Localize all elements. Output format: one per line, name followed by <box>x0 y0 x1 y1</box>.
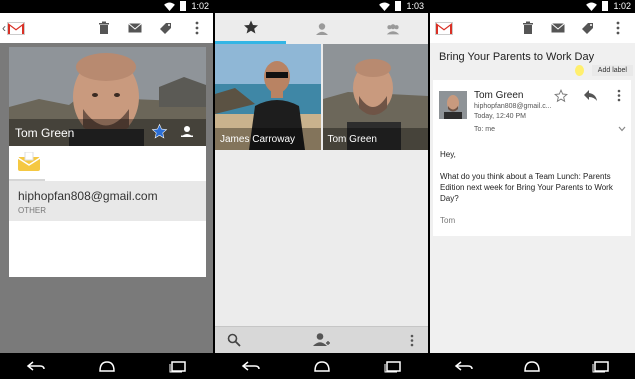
reply-icon[interactable] <box>583 89 598 102</box>
status-time: 1:02 <box>613 1 631 11</box>
overflow-menu-icon[interactable] <box>611 21 625 35</box>
sender-name: Tom Green <box>474 90 524 101</box>
status-bar: 1:02 <box>0 0 213 13</box>
message-date: Today, 12:40 PM <box>474 113 527 120</box>
wifi-icon <box>379 1 391 11</box>
home-icon[interactable] <box>521 359 543 373</box>
star-outline-icon[interactable] <box>554 89 568 103</box>
people-tabs <box>215 13 428 44</box>
envelope-icon <box>17 151 41 171</box>
recents-icon[interactable] <box>382 359 404 373</box>
contact-tile[interactable]: Tom Green <box>322 44 428 150</box>
message-text: What do you think about a Team Lunch: Pa… <box>440 172 613 203</box>
message-body: Hey, What do you think about a Team Lunc… <box>440 149 625 237</box>
contact-name: Tom Green <box>322 128 428 150</box>
message-screen: 1:02 Bring Your Parents to Work Day Add … <box>430 0 635 379</box>
delete-icon[interactable] <box>521 21 535 35</box>
wifi-icon <box>586 1 598 11</box>
star-icon[interactable] <box>151 123 168 140</box>
status-bar: 1:03 <box>215 0 428 13</box>
status-time: 1:02 <box>191 1 209 11</box>
wifi-icon <box>164 1 176 11</box>
back-icon[interactable] <box>240 359 262 373</box>
recents-icon[interactable] <box>590 359 612 373</box>
delete-icon[interactable] <box>97 21 111 35</box>
status-bar: 1:02 <box>430 0 635 13</box>
contact-detail-screen: 1:02 ‹ Tom Green hiphopfan808@gmail.com … <box>0 0 213 379</box>
battery-icon <box>602 1 609 11</box>
battery-icon <box>395 1 402 11</box>
up-button[interactable] <box>432 21 453 35</box>
contact-photo: Tom Green <box>9 47 206 146</box>
back-icon[interactable] <box>25 359 47 373</box>
tab-contacts[interactable] <box>286 13 357 44</box>
message-subject: Bring Your Parents to Work Day <box>439 51 595 63</box>
email-type-label: OTHER <box>18 206 46 215</box>
label-row: Add label <box>574 64 633 76</box>
system-nav-bar <box>215 353 428 379</box>
message-card: Tom Green hiphopfan808@gmail.c... Today,… <box>433 80 631 236</box>
overflow-menu-icon[interactable] <box>617 89 621 102</box>
contact-name-bar: Tom Green <box>9 119 206 146</box>
home-icon[interactable] <box>96 359 118 373</box>
contact-name: Tom Green <box>15 125 75 140</box>
favorites-grid: James Carroway Tom Green <box>215 44 428 150</box>
tab-favorites[interactable] <box>215 13 286 44</box>
group-icon <box>386 23 399 34</box>
mail-icon[interactable] <box>551 21 565 35</box>
chevron-down-icon[interactable] <box>618 126 626 132</box>
chevron-left-icon: ‹ <box>2 21 6 35</box>
message-signature: Tom <box>440 216 456 225</box>
bottom-action-bar <box>215 326 428 353</box>
action-bar: ‹ <box>0 13 213 43</box>
gmail-logo-icon <box>435 21 453 35</box>
contact-tile[interactable]: James Carroway <box>215 44 321 150</box>
sender-email: hiphopfan808@gmail.c... <box>474 103 552 110</box>
add-contact-icon[interactable] <box>312 332 330 348</box>
battery-icon <box>180 1 187 11</box>
action-bar <box>430 13 635 43</box>
up-button[interactable]: ‹ <box>2 21 25 35</box>
label-marker-icon <box>574 64 584 76</box>
system-nav-bar <box>0 353 213 379</box>
recents-icon[interactable] <box>167 359 189 373</box>
person-icon <box>315 22 328 35</box>
star-icon <box>243 20 258 34</box>
contact-name: James Carroway <box>215 128 321 150</box>
recipient-line: To: me <box>474 126 496 133</box>
email-section-header <box>9 151 45 182</box>
message-greeting: Hey, <box>440 150 456 159</box>
contact-card: Tom Green hiphopfan808@gmail.com OTHER <box>9 47 206 277</box>
search-icon[interactable] <box>227 333 241 347</box>
home-icon[interactable] <box>311 359 333 373</box>
label-icon[interactable] <box>581 21 595 35</box>
people-screen: 1:03 James Carroway Tom Green <box>215 0 428 379</box>
label-icon[interactable] <box>159 21 173 35</box>
overflow-menu-icon[interactable] <box>190 21 204 35</box>
sender-photo <box>439 91 467 119</box>
email-address: hiphopfan808@gmail.com <box>18 189 158 203</box>
gmail-logo-icon <box>7 21 25 35</box>
mail-icon[interactable] <box>128 21 142 35</box>
person-icon[interactable] <box>180 124 194 138</box>
add-label-button[interactable]: Add label <box>591 64 633 76</box>
email-entry[interactable]: hiphopfan808@gmail.com OTHER <box>9 181 206 221</box>
sender-avatar[interactable] <box>439 91 467 119</box>
status-time: 1:03 <box>406 1 424 11</box>
system-nav-bar <box>430 353 635 379</box>
back-icon[interactable] <box>453 359 475 373</box>
tab-groups[interactable] <box>357 13 428 44</box>
overflow-menu-icon[interactable] <box>410 334 414 347</box>
